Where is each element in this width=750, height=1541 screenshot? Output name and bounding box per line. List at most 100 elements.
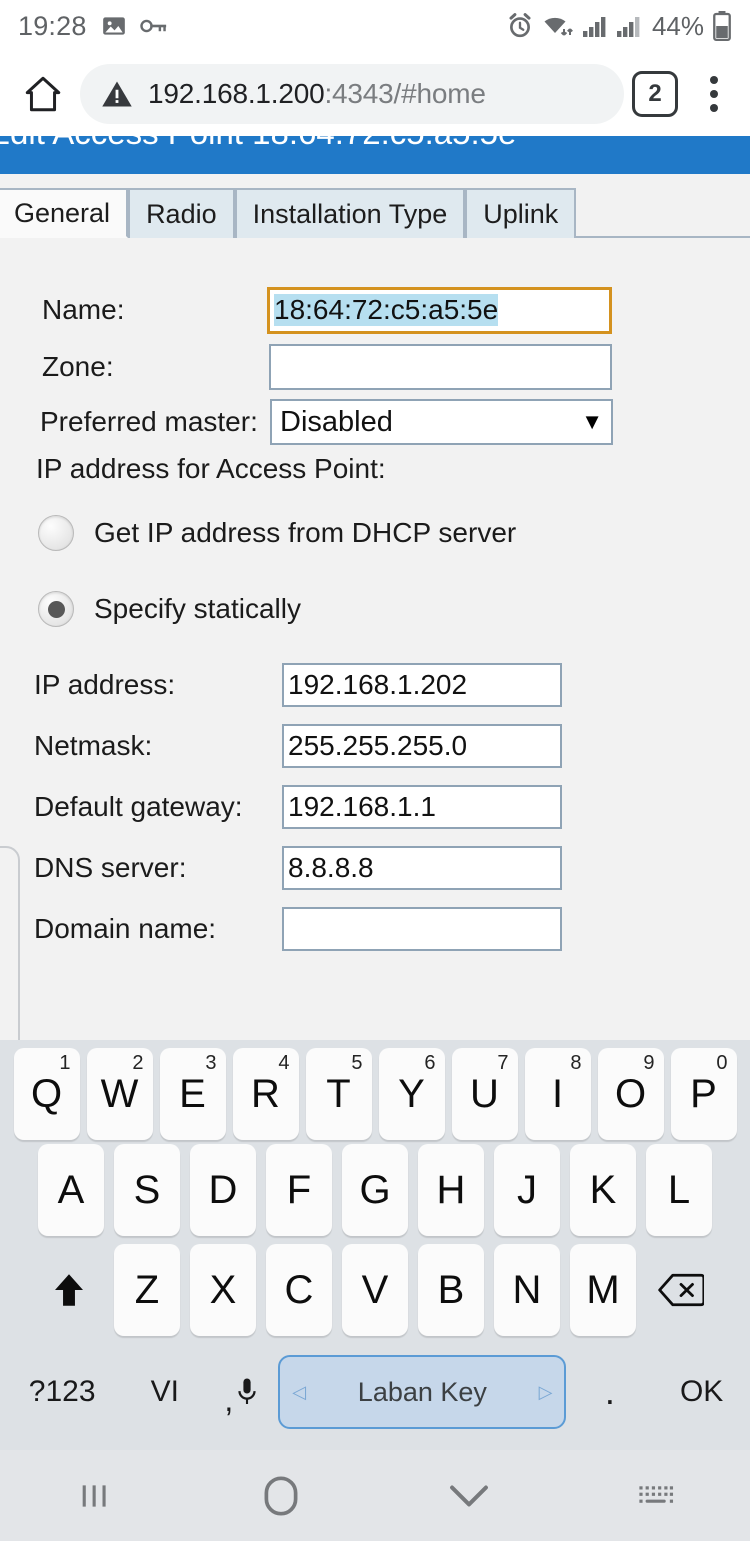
dns-input[interactable]: 8.8.8.8 bbox=[282, 846, 562, 890]
field-row-zone: Zone: bbox=[42, 343, 662, 391]
home-button[interactable] bbox=[188, 1475, 376, 1516]
key-label: . bbox=[604, 1371, 615, 1412]
key-superscript: 6 bbox=[424, 1052, 436, 1074]
tab-label: Radio bbox=[146, 198, 217, 229]
zone-label: Zone: bbox=[42, 351, 114, 382]
key-z[interactable]: Z bbox=[114, 1244, 180, 1336]
key-label: K bbox=[589, 1168, 617, 1212]
url-path: :4343/#home bbox=[324, 78, 486, 109]
key-l[interactable]: L bbox=[646, 1144, 712, 1236]
shift-key[interactable] bbox=[34, 1244, 104, 1336]
field-row-dns: DNS server: 8.8.8.8 bbox=[34, 844, 654, 892]
key-superscript: 7 bbox=[497, 1052, 509, 1074]
key-superscript: 3 bbox=[205, 1052, 217, 1074]
domain-input[interactable] bbox=[282, 907, 562, 951]
key-label: G bbox=[359, 1168, 391, 1212]
key-f[interactable]: F bbox=[266, 1144, 332, 1236]
key-p[interactable]: 0P bbox=[670, 1048, 737, 1140]
keyboard-row-1: 1Q 2W 3E 4R 5T 6Y 7U 8I 9O 0P bbox=[0, 1040, 750, 1140]
backspace-key[interactable] bbox=[646, 1244, 716, 1336]
key-superscript: 2 bbox=[132, 1052, 144, 1074]
next-language-arrow-icon[interactable]: ▷ bbox=[539, 1382, 553, 1403]
key-label: V bbox=[361, 1268, 389, 1312]
alarm-icon bbox=[506, 12, 534, 40]
key-t[interactable]: 5T bbox=[305, 1048, 372, 1140]
not-secure-warning-icon[interactable] bbox=[100, 77, 134, 111]
key-r[interactable]: 4R bbox=[232, 1048, 299, 1140]
key-d[interactable]: D bbox=[190, 1144, 256, 1236]
symbols-key[interactable]: ?123 bbox=[0, 1375, 124, 1409]
key-k[interactable]: K bbox=[570, 1144, 636, 1236]
battery-percent-label: 44% bbox=[651, 10, 704, 41]
keyboard-switch-button[interactable] bbox=[563, 1483, 750, 1509]
browser-toolbar: 192.168.1.200:4343/#home 2 bbox=[0, 52, 750, 136]
url-bar[interactable]: 192.168.1.200:4343/#home bbox=[80, 64, 624, 124]
battery-icon bbox=[712, 11, 732, 41]
key-h[interactable]: H bbox=[418, 1144, 484, 1236]
key-label: ?123 bbox=[28, 1375, 96, 1408]
key-n[interactable]: N bbox=[494, 1244, 560, 1336]
ip-address-input[interactable]: 192.168.1.202 bbox=[282, 663, 562, 707]
key-v[interactable]: V bbox=[342, 1244, 408, 1336]
comma-mic-key[interactable]: , bbox=[205, 1366, 278, 1419]
tab-uplink[interactable]: Uplink bbox=[465, 188, 577, 238]
key-label: R bbox=[251, 1072, 280, 1116]
key-j[interactable]: J bbox=[494, 1144, 560, 1236]
key-label: F bbox=[286, 1168, 312, 1212]
chevron-down-icon bbox=[449, 1481, 489, 1511]
field-row-ip-address: IP address: 192.168.1.202 bbox=[34, 661, 654, 709]
back-dismiss-keyboard-button[interactable] bbox=[375, 1481, 563, 1511]
recent-apps-button[interactable] bbox=[0, 1479, 188, 1513]
tab-installation-type[interactable]: Installation Type bbox=[234, 188, 466, 238]
radio-static-row[interactable]: Specify statically bbox=[38, 591, 301, 627]
key-label: X bbox=[209, 1268, 237, 1312]
key-o[interactable]: 9O bbox=[597, 1048, 664, 1140]
zone-input[interactable] bbox=[269, 344, 612, 390]
tab-label: Installation Type bbox=[252, 198, 448, 229]
key-a[interactable]: A bbox=[38, 1144, 104, 1236]
keyboard-switch-icon bbox=[638, 1483, 674, 1509]
key-g[interactable]: G bbox=[342, 1144, 408, 1236]
tab-general[interactable]: General bbox=[0, 188, 129, 238]
key-superscript: 9 bbox=[643, 1052, 655, 1074]
tab-radio[interactable]: Radio bbox=[128, 188, 235, 238]
key-label: , bbox=[224, 1381, 234, 1418]
radio-dhcp-label: Get IP address from DHCP server bbox=[94, 517, 517, 548]
key-label: P bbox=[690, 1072, 717, 1116]
radio-static-button[interactable] bbox=[38, 591, 74, 627]
recent-apps-icon bbox=[77, 1479, 111, 1513]
key-y[interactable]: 6Y bbox=[378, 1048, 445, 1140]
netmask-value: 255.255.255.0 bbox=[288, 730, 468, 761]
key-label: Z bbox=[134, 1268, 160, 1312]
netmask-input[interactable]: 255.255.255.0 bbox=[282, 724, 562, 768]
preferred-master-select[interactable]: Disabled ▼ bbox=[270, 399, 613, 445]
name-input[interactable]: 18:64:72:c5:a5:5e bbox=[267, 286, 612, 334]
language-key[interactable]: VI bbox=[124, 1375, 205, 1409]
key-x[interactable]: X bbox=[190, 1244, 256, 1336]
ok-key[interactable]: OK bbox=[653, 1375, 750, 1409]
key-label: A bbox=[57, 1168, 85, 1212]
key-b[interactable]: B bbox=[418, 1244, 484, 1336]
key-label: VI bbox=[150, 1375, 179, 1408]
home-button[interactable] bbox=[16, 67, 70, 121]
key-i[interactable]: 8I bbox=[524, 1048, 591, 1140]
spacebar-key[interactable]: ◁ Laban Key ▷ bbox=[278, 1355, 567, 1429]
key-c[interactable]: C bbox=[266, 1244, 332, 1336]
vpn-key-icon bbox=[139, 16, 168, 36]
overflow-menu-icon[interactable] bbox=[694, 76, 734, 112]
home-icon bbox=[22, 73, 64, 115]
key-w[interactable]: 2W bbox=[86, 1048, 153, 1140]
radio-dhcp-button[interactable] bbox=[38, 515, 74, 551]
domain-label: Domain name: bbox=[34, 913, 217, 944]
prev-language-arrow-icon[interactable]: ◁ bbox=[292, 1382, 306, 1403]
key-q[interactable]: 1Q bbox=[13, 1048, 80, 1140]
period-key[interactable]: . bbox=[566, 1371, 653, 1413]
key-s[interactable]: S bbox=[114, 1144, 180, 1236]
tab-counter-button[interactable]: 2 bbox=[632, 71, 678, 117]
keyboard-row-2: A S D F G H J K L bbox=[0, 1140, 750, 1240]
gateway-input[interactable]: 192.168.1.1 bbox=[282, 785, 562, 829]
radio-dhcp-row[interactable]: Get IP address from DHCP server bbox=[38, 515, 516, 551]
key-u[interactable]: 7U bbox=[451, 1048, 518, 1140]
key-m[interactable]: M bbox=[570, 1244, 636, 1336]
key-e[interactable]: 3E bbox=[159, 1048, 226, 1140]
